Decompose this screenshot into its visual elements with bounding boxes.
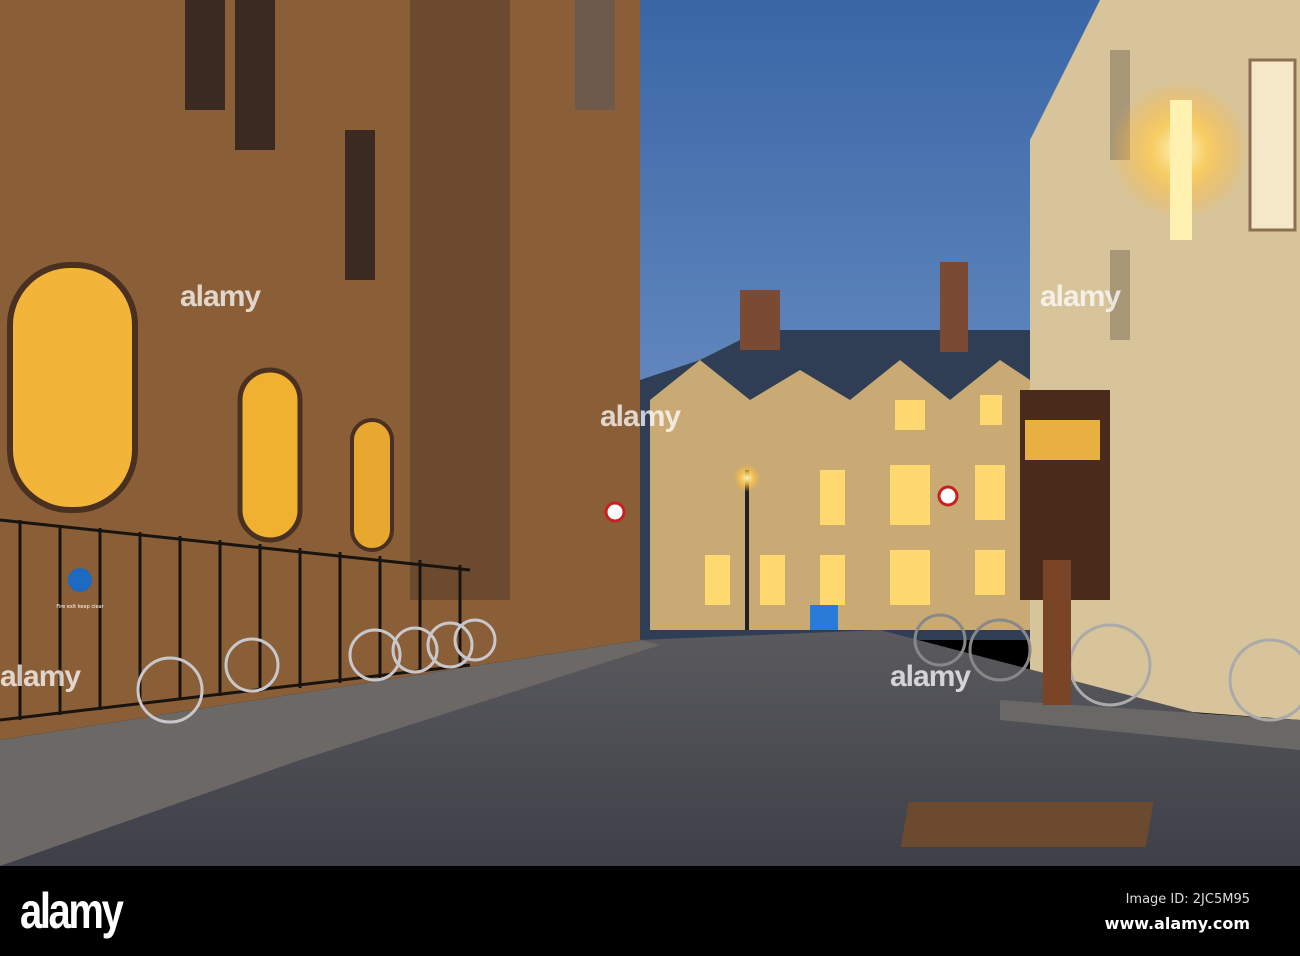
watermark: alamy	[0, 660, 81, 693]
watermark: alamy	[890, 660, 971, 693]
wheelie-bin	[810, 605, 838, 630]
image-id: Image ID: 2JC5M95	[1125, 892, 1250, 907]
stock-photo-page: Fire exit keep clear alamy alamy alamy a…	[0, 0, 1300, 956]
no-entry-sign-right	[937, 485, 959, 507]
no-entry-sign	[604, 501, 626, 523]
street-lamp	[745, 470, 749, 630]
watermark: alamy	[600, 400, 681, 433]
alamy-logo[interactable]: alamy	[20, 882, 124, 940]
manhole-cover	[900, 802, 1154, 847]
bollard	[1043, 560, 1071, 705]
watermark: alamy	[180, 280, 261, 313]
website-link[interactable]: www.alamy.com	[1105, 914, 1250, 933]
footer-bar: alamy Image ID: 2JC5M95 www.alamy.com	[0, 866, 1300, 956]
watermark: alamy	[1040, 280, 1121, 313]
svg-text:Fire exit keep clear: Fire exit keep clear	[56, 604, 104, 610]
left-brick-buildings	[0, 0, 640, 740]
